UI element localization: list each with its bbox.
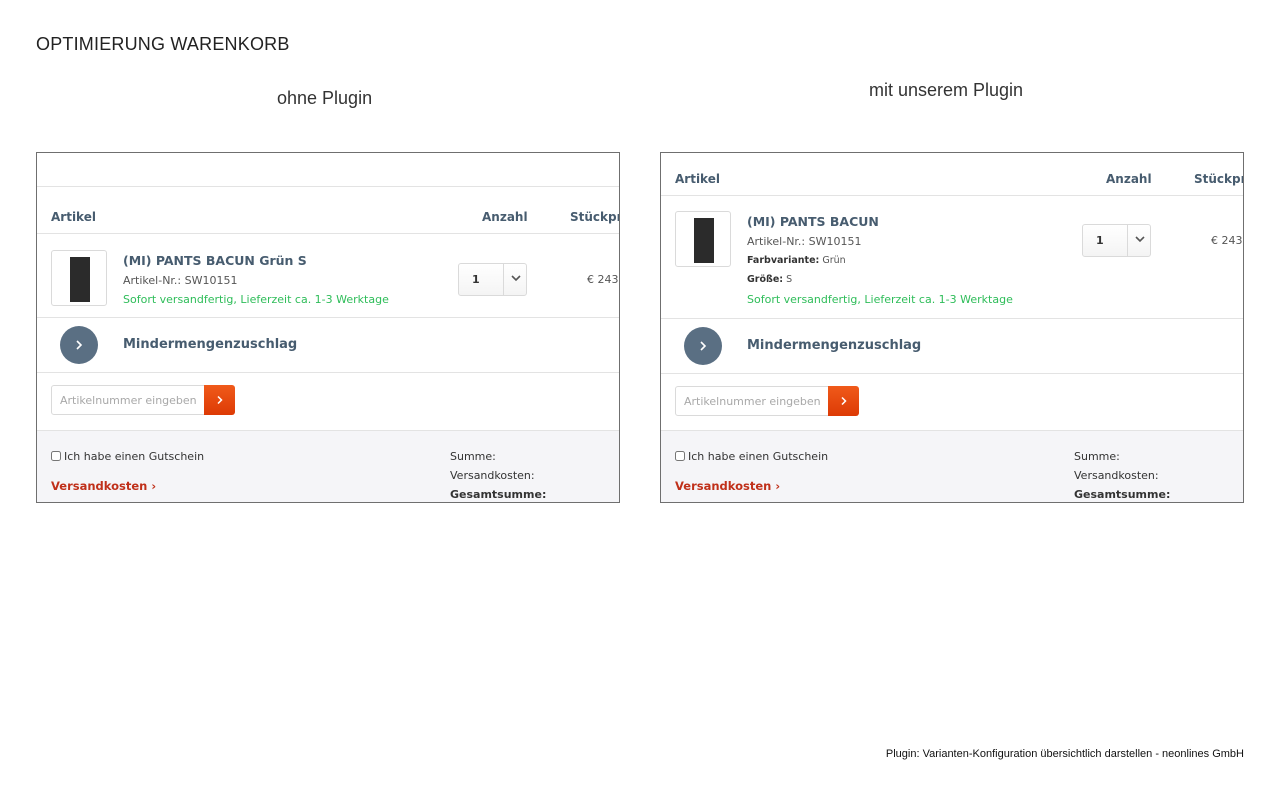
quantity-select[interactable]: 1 [1082,224,1151,257]
header-article: Artikel [51,210,96,224]
product-name[interactable]: (MI) PANTS BACUN Grün S [123,253,307,268]
unit-price: € 243,00 [1211,234,1243,247]
grand-total-label: Gesamtsumme: [450,488,547,501]
header-unit-price: Stückpreis [570,210,619,224]
add-sku-button[interactable] [204,385,235,415]
variant-size: Größe: S [747,274,792,285]
delivery-status: Sofort versandfertig, Lieferzeit ca. 1-3… [747,293,1013,306]
surcharge-expand-button[interactable] [60,326,98,364]
shipping-costs-link[interactable]: Versandkosten › [51,479,156,493]
cart-panel-without-plugin: Artikel Anzahl Stückpreis (MI) PANTS BAC… [36,152,620,503]
voucher-checkbox-input[interactable] [51,451,61,461]
surcharge-expand-button[interactable] [684,327,722,365]
voucher-label: Ich habe einen Gutschein [688,450,829,463]
product-thumbnail[interactable] [675,211,731,267]
cart-panel-with-plugin: Artikel Anzahl Stückpreis (MI) PANTS BAC… [660,152,1244,503]
chevron-right-icon [700,341,707,351]
variant-color-value: Grün [822,255,846,266]
grand-total-label: Gesamtsumme: [1074,488,1171,501]
cart-footer: Ich habe einen Gutschein Versandkosten ›… [661,430,1243,502]
caption-without-plugin: ohne Plugin [277,88,373,108]
product-name[interactable]: (MI) PANTS BACUN [747,214,879,229]
header-unit-price: Stückpreis [1194,172,1243,186]
article-number: Artikel-Nr.: SW10151 [123,274,238,287]
variant-size-label: Größe: [747,274,784,285]
chevron-right-icon [217,395,223,405]
shipping-costs-label: Versandkosten: [1074,469,1159,482]
shipping-costs-label: Versandkosten: [450,469,535,482]
plugin-footnote: Plugin: Varianten-Konfiguration übersich… [885,748,1244,760]
surcharge-label: Mindermengenzuschlag [123,337,298,352]
product-thumbnail[interactable] [51,250,107,306]
chevron-right-icon [76,340,83,350]
header-article: Artikel [675,172,720,186]
add-sku-button[interactable] [828,386,859,416]
delivery-status: Sofort versandfertig, Lieferzeit ca. 1-3… [123,293,389,306]
voucher-checkbox[interactable]: Ich habe einen Gutschein [675,450,828,463]
page-title: OPTIMIERUNG WARENKORB [36,34,290,54]
shipping-costs-link[interactable]: Versandkosten › [675,479,780,493]
variant-color: Farbvariante: Grün [747,255,846,266]
quantity-value: 1 [472,273,480,286]
chevron-right-icon [841,396,847,406]
chevron-down-icon [511,275,521,282]
sku-input[interactable] [675,386,829,416]
sum-label: Summe: [450,450,496,463]
variant-color-label: Farbvariante: [747,255,820,266]
header-quantity: Anzahl [1106,172,1152,186]
quantity-select[interactable]: 1 [458,263,527,296]
variant-size-value: S [786,274,793,285]
voucher-label: Ich habe einen Gutschein [64,450,205,463]
surcharge-label: Mindermengenzuschlag [747,338,922,353]
caption-with-plugin: mit unserem Plugin [869,80,1024,100]
voucher-checkbox[interactable]: Ich habe einen Gutschein [51,450,204,463]
voucher-checkbox-input[interactable] [675,451,685,461]
sku-input[interactable] [51,385,205,415]
unit-price: € 243,00 [587,273,619,286]
chevron-down-icon [1135,236,1145,243]
cart-footer: Ich habe einen Gutschein Versandkosten ›… [37,430,619,502]
sum-label: Summe: [1074,450,1120,463]
header-quantity: Anzahl [482,210,528,224]
quantity-value: 1 [1096,234,1104,247]
article-number: Artikel-Nr.: SW10151 [747,235,862,248]
